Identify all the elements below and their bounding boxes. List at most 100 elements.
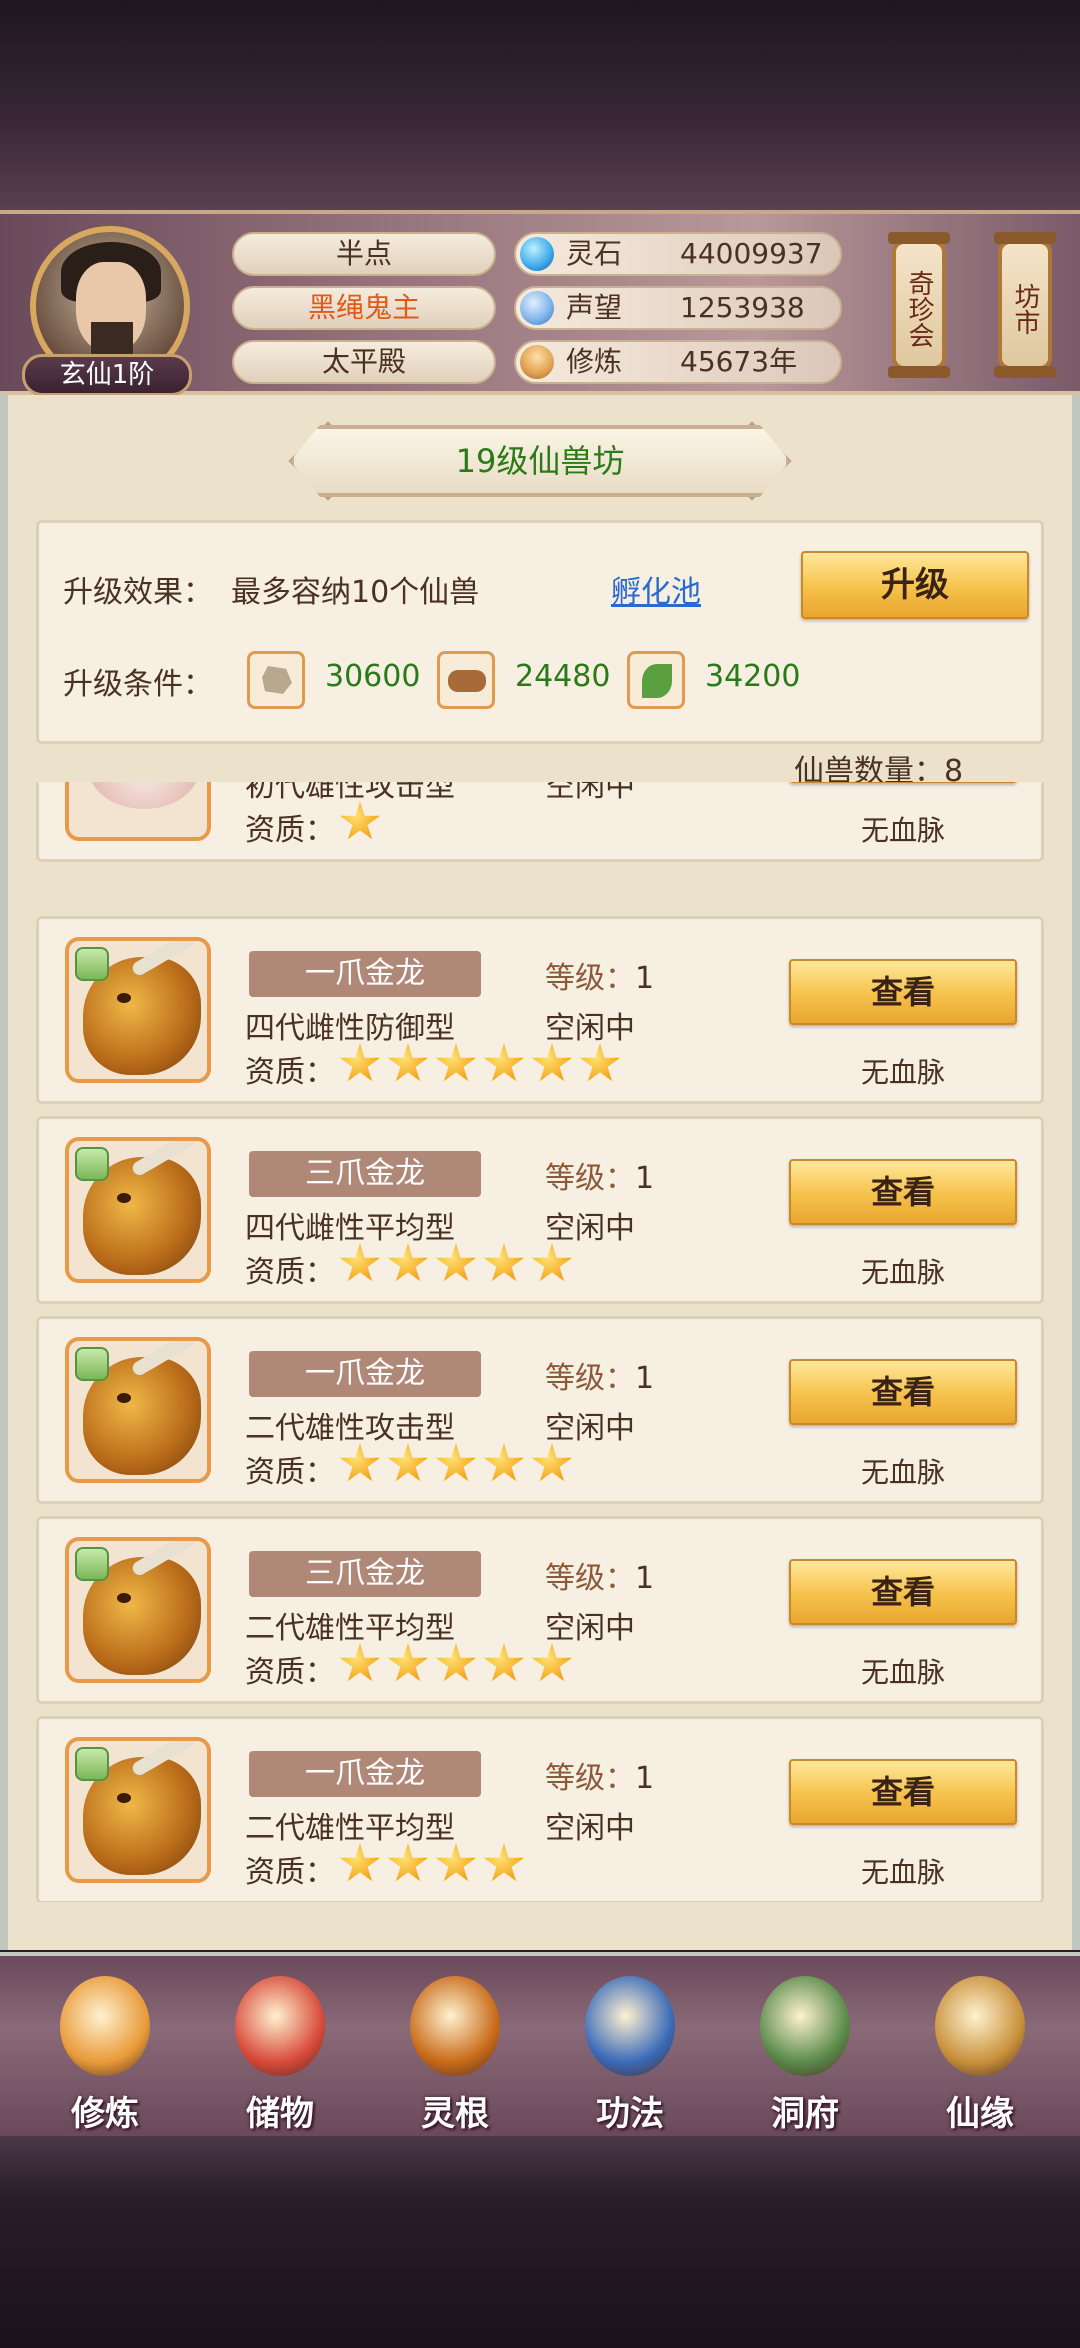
upgrade-button[interactable]: 升级 — [801, 551, 1029, 619]
star-icon — [387, 1643, 429, 1682]
beast-level-label: 等级： — [545, 961, 635, 996]
beast-grade-label: 资质： — [245, 1255, 335, 1290]
dragon-eye — [117, 1193, 131, 1203]
star-icon — [531, 1643, 573, 1682]
beast-level: 等级：1 — [545, 953, 654, 997]
star-icon — [339, 1043, 381, 1082]
star-icon — [435, 1243, 477, 1282]
beast-status: 空闲中 — [545, 1611, 635, 1646]
nav-item-3[interactable]: 功法 — [555, 1966, 705, 2134]
star-icon — [387, 1043, 429, 1082]
player-name: 半点 — [232, 232, 496, 276]
upgrade-effect-label: 升级效果： — [63, 575, 213, 610]
beast-card: 一爪金龙 等级：1 二代雄性攻击型 空闲中 资质： 查看 无血脉 — [36, 1316, 1044, 1504]
beast-portrait[interactable] — [65, 1737, 211, 1883]
beast-name: 一爪金龙 — [249, 1751, 481, 1797]
resource-reputation: 声望 1253938 — [514, 286, 842, 330]
beast-type: 二代雄性攻击型 — [245, 1411, 455, 1446]
view-beast-button[interactable]: 查看 — [789, 1559, 1017, 1625]
lock-icon — [75, 1547, 109, 1581]
storage-bag-icon — [235, 1976, 325, 2076]
star-icon — [531, 1243, 573, 1282]
resource-value: 44009937 — [680, 237, 823, 270]
wood-icon — [437, 651, 495, 709]
resource-label: 修炼 — [566, 345, 623, 378]
market-button[interactable]: 坊市 — [994, 232, 1056, 378]
herb-icon — [627, 651, 685, 709]
star-icon — [483, 1243, 525, 1282]
beast-grade-label: 资质： — [245, 1855, 335, 1890]
beast-status: 空闲中 — [545, 1411, 635, 1446]
star-icon — [435, 1643, 477, 1682]
nav-item-0[interactable]: 修炼 — [30, 1966, 180, 2134]
lock-icon — [75, 947, 109, 981]
view-beast-button[interactable]: 查看 — [789, 1759, 1017, 1825]
beast-level: 等级：1 — [545, 1553, 654, 1597]
beast-grade-label: 资质： — [245, 813, 335, 848]
beast-grade-stars — [339, 1043, 621, 1087]
nav-label: 洞府 — [771, 2094, 839, 2134]
beast-portrait[interactable] — [65, 1337, 211, 1483]
view-beast-button[interactable]: 查看 — [789, 1159, 1017, 1225]
beast-bloodline: 无血脉 — [860, 1456, 945, 1489]
beast-grade-label: 资质： — [245, 1455, 335, 1490]
treasure-auction-button[interactable]: 奇珍会 — [888, 232, 950, 378]
player-title: 黑绳鬼主 — [232, 286, 496, 330]
nav-label: 灵根 — [421, 2094, 489, 2134]
beast-portrait[interactable] — [65, 1537, 211, 1683]
beast-portrait[interactable] — [65, 1137, 211, 1283]
ore-amount: 30600 — [325, 659, 421, 694]
star-icon — [435, 1443, 477, 1482]
herb-amount: 34200 — [705, 659, 801, 694]
beast-level-label: 等级： — [545, 1761, 635, 1796]
beast-name: 一爪金龙 — [249, 951, 481, 997]
beast-grade-label: 资质： — [245, 1055, 335, 1090]
view-beast-button[interactable]: 查看 — [789, 1359, 1017, 1425]
reputation-icon — [520, 291, 554, 325]
nav-label: 仙缘 — [946, 2094, 1014, 2134]
beast-level: 等级：1 — [545, 1753, 654, 1797]
resource-spirit-stone: 灵石 44009937 — [514, 232, 842, 276]
star-icon — [387, 1243, 429, 1282]
beast-type: 四代雌性平均型 — [245, 1211, 455, 1246]
beast-card: 一爪金龙 等级：1 二代雄性平均型 空闲中 资质： 查看 无血脉 — [36, 1716, 1044, 1902]
beast-portrait[interactable] — [65, 937, 211, 1083]
beast-status: 空闲中 — [545, 782, 635, 804]
spirit-stone-icon — [520, 237, 554, 271]
beast-bloodline: 无血脉 — [860, 1056, 945, 1089]
beast-portrait[interactable] — [65, 782, 211, 841]
nav-item-2[interactable]: 灵根 — [380, 1966, 530, 2134]
nav-item-5[interactable]: 仙缘 — [905, 1966, 1055, 2134]
page-title: 19级仙兽坊 — [290, 425, 790, 497]
nav-item-1[interactable]: 储物 — [205, 1966, 355, 2134]
player-faction: 太平殿 — [232, 340, 496, 384]
beast-name: 一爪金龙 — [249, 1351, 481, 1397]
view-beast-button[interactable]: 查看 — [789, 782, 1017, 783]
beast-card: 三爪金龙 等级：1 二代雄性平均型 空闲中 资质： 查看 无血脉 — [36, 1516, 1044, 1704]
lock-icon — [75, 1747, 109, 1781]
star-icon — [339, 1843, 381, 1882]
star-icon — [531, 1443, 573, 1482]
beast-status: 空闲中 — [545, 1211, 635, 1246]
beast-level: 等级：1 — [545, 1153, 654, 1197]
beast-card: 等级：初代雄性攻击型空闲中资质：查看无血脉 — [36, 782, 1044, 862]
star-icon — [483, 1043, 525, 1082]
hatching-pool-link[interactable]: 孵化池 — [611, 567, 701, 611]
star-icon — [483, 1643, 525, 1682]
view-beast-button[interactable]: 查看 — [789, 959, 1017, 1025]
star-icon — [339, 1243, 381, 1282]
star-icon — [387, 1443, 429, 1482]
beast-level-value: 1 — [635, 1561, 655, 1596]
beast-type: 二代雄性平均型 — [245, 1811, 455, 1846]
beast-list[interactable]: 等级：初代雄性攻击型空闲中资质：查看无血脉一爪金龙等级：1四代雌性防御型空闲中资… — [36, 782, 1044, 1902]
star-icon — [339, 1643, 381, 1682]
star-icon — [483, 1443, 525, 1482]
beast-bloodline: 无血脉 — [860, 814, 945, 847]
beast-grade-stars — [339, 1443, 573, 1487]
beast-level-value: 1 — [635, 961, 655, 996]
spirit-root-icon — [410, 1976, 500, 2076]
star-icon — [579, 1043, 621, 1082]
lock-icon — [75, 1347, 109, 1381]
nav-item-4[interactable]: 洞府 — [730, 1966, 880, 2134]
meditation-icon — [60, 1976, 150, 2076]
